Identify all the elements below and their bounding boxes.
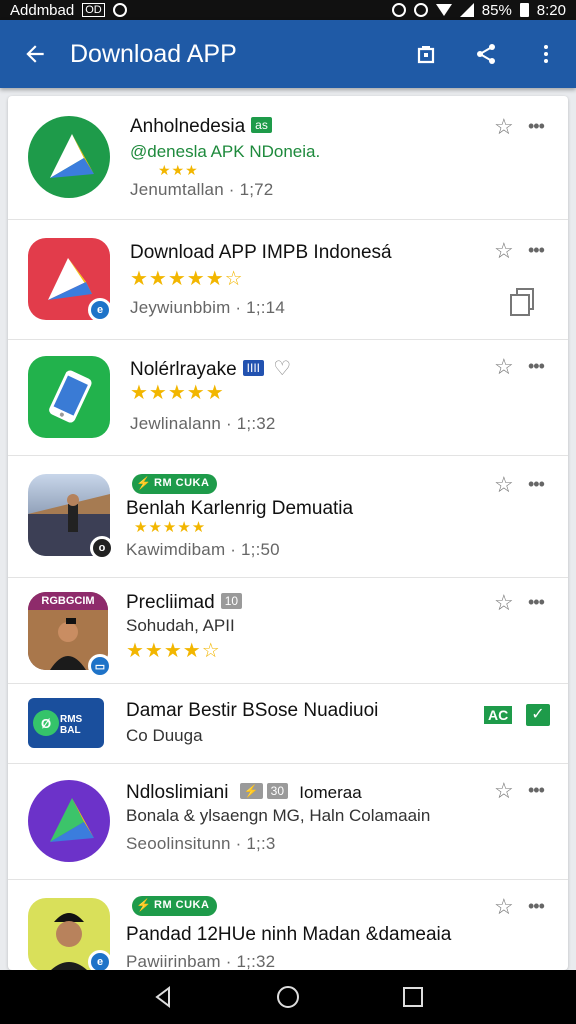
app-subtitle: Bonala & ylsaengn MG, Haln Colamaain — [126, 806, 431, 825]
rating-stars: ★★★★★ — [130, 382, 225, 404]
app-meta: Jewlinalann · 1;:32 — [130, 414, 276, 433]
copy-icon[interactable] — [508, 286, 538, 318]
rating-stars: ★★★★☆ — [126, 640, 221, 662]
more-dots-icon[interactable]: ••• — [528, 475, 550, 498]
more-dots-icon[interactable]: ••• — [528, 593, 550, 616]
back-button[interactable] — [0, 20, 70, 88]
triangle-back-icon — [154, 986, 170, 1008]
app-tag: 10 — [220, 593, 243, 609]
nav-back-button[interactable] — [143, 977, 183, 1017]
system-nav-bar — [0, 970, 576, 1024]
favorite-star-icon[interactable]: ☆ — [494, 592, 516, 614]
app-name: Benlah Karlenrig Demuatia — [126, 498, 354, 519]
nav-recents-button[interactable] — [393, 977, 433, 1017]
rating-stars: ★★★★★ — [134, 519, 207, 536]
list-item[interactable]: e Download APP IMPB Indonesá ★★★★★☆ Jeyw… — [8, 220, 568, 340]
app-name-suffix: Iomeraa — [299, 783, 362, 802]
icon-logo-text: RMS BAL — [60, 714, 83, 736]
badge-corner-icon: o — [90, 536, 114, 560]
list-item[interactable]: Ndloslimiani ⚡ 30 Iomeraa Bonala & ylsaen… — [8, 764, 568, 880]
app-meta: Jeywiunbbim · 1;:14 — [130, 298, 285, 317]
app-name: Pandad 12HUe ninh Madan &dameaia — [126, 924, 452, 945]
app-name: Download APP IMPB Indonesá — [130, 242, 392, 263]
share-button[interactable] — [456, 20, 516, 88]
rating-stars: ★★★ — [158, 162, 199, 178]
circle-home-icon — [276, 986, 299, 1008]
nav-home-button[interactable] — [268, 977, 308, 1017]
app-meta: Seoolinsitunn · 1;:3 — [126, 834, 276, 853]
share-icon — [477, 44, 495, 64]
app-name: Precliimad — [126, 592, 215, 613]
green-phone-icon — [28, 356, 110, 438]
list-item[interactable]: Ø RMS BAL Damar Bestir BSose Nuadiuoi Co… — [8, 684, 568, 764]
promo-badge: RM CUKA — [132, 896, 218, 916]
vibrate-icon — [413, 3, 428, 17]
app-tag: IIII — [242, 360, 264, 376]
page-title: Download APP — [70, 39, 237, 68]
more-dots-icon[interactable]: ••• — [528, 781, 550, 804]
list-item[interactable]: Anholnedesia as @denesla APK NDoneia. ★★★… — [8, 96, 568, 220]
app-name: Nolérlrayake — [130, 359, 237, 380]
store-button[interactable] — [396, 20, 456, 88]
purple-triangle-icon — [28, 780, 110, 862]
app-meta: Pawiirinbam · 1;:32 — [126, 952, 276, 970]
list-item[interactable]: RGBGCIM ▭ Precliimad 10 Sohudah, APII ★★★… — [8, 578, 568, 684]
wifi-icon — [435, 4, 452, 16]
app-name: Damar Bestir BSose Nuadiuoi — [126, 700, 379, 721]
status-left-badge: OD — [82, 3, 105, 17]
square-recents-icon — [403, 987, 424, 1007]
check-icon[interactable]: ✓ — [526, 704, 550, 726]
battery-icon — [519, 3, 529, 17]
list-item[interactable]: Nolérlrayake IIII ♡ ★★★★★ Jewlinalann · 1… — [8, 340, 568, 456]
notification-icon — [112, 3, 127, 17]
favorite-star-icon[interactable]: ☆ — [494, 896, 516, 918]
alarm-icon — [391, 3, 406, 17]
status-time: 8:20 — [536, 1, 566, 19]
app-subtitle: Sohudah, APII — [126, 616, 235, 635]
rating-stars: ★★★★★☆ — [130, 268, 244, 290]
overflow-menu-button[interactable] — [516, 20, 576, 88]
list-item[interactable]: o RM CUKA Benlah Karlenrig Demuatia ★★★★… — [8, 456, 568, 578]
app-tag: as — [251, 117, 272, 133]
signal-icon — [459, 3, 474, 17]
list-item[interactable]: e RM CUKA Pandad 12HUe ninh Madan &damea… — [8, 880, 568, 970]
store-bag-icon — [417, 46, 435, 64]
badge-corner-icon: e — [88, 950, 112, 970]
app-tag: 30 — [266, 783, 289, 799]
more-dots-icon[interactable]: ••• — [528, 241, 550, 264]
more-dots-icon[interactable]: ••• — [528, 117, 550, 140]
status-left-text: Addmbad — [10, 1, 75, 19]
favorite-star-icon[interactable]: ☆ — [494, 240, 516, 262]
badge-corner-icon: e — [88, 298, 112, 322]
battery-percent: 85% — [481, 1, 512, 19]
favorite-star-icon[interactable]: ☆ — [494, 356, 516, 378]
more-dots-icon[interactable]: ••• — [528, 897, 550, 920]
app-name: Anholnedesia — [130, 116, 246, 137]
app-list: Anholnedesia as @denesla APK NDoneia. ★★★… — [8, 96, 568, 970]
app-meta: Jenumtallan · 1;72 — [130, 180, 274, 199]
app-subtitle: @denesla APK NDoneia. — [130, 142, 321, 161]
vertical-dots-icon — [544, 45, 548, 63]
badge-corner-icon: ▭ — [88, 654, 112, 678]
favorite-star-icon[interactable]: ☆ — [494, 474, 516, 496]
more-dots-icon[interactable]: ••• — [528, 357, 550, 380]
app-bar: Download APP — [0, 20, 576, 88]
app-meta: Kawimdibam · 1;:50 — [126, 540, 280, 559]
status-bar: Addmbad OD 85% 8:20 — [0, 0, 576, 20]
status-badge: AC — [484, 706, 513, 724]
svg-text:Ø: Ø — [41, 716, 51, 731]
back-arrow-icon — [26, 45, 44, 63]
lightning-tag-icon: ⚡ — [239, 783, 263, 799]
green-triangle-icon — [28, 116, 110, 198]
heart-icon[interactable]: ♡ — [273, 358, 291, 380]
favorite-star-icon[interactable]: ☆ — [494, 780, 516, 802]
app-name: Ndloslimiani — [126, 782, 229, 803]
favorite-star-icon[interactable]: ☆ — [494, 116, 516, 138]
blue-logo-icon: Ø RMS BAL — [28, 698, 104, 748]
promo-badge: RM CUKA — [132, 474, 218, 494]
app-subtitle: Co Duuga — [126, 726, 203, 745]
